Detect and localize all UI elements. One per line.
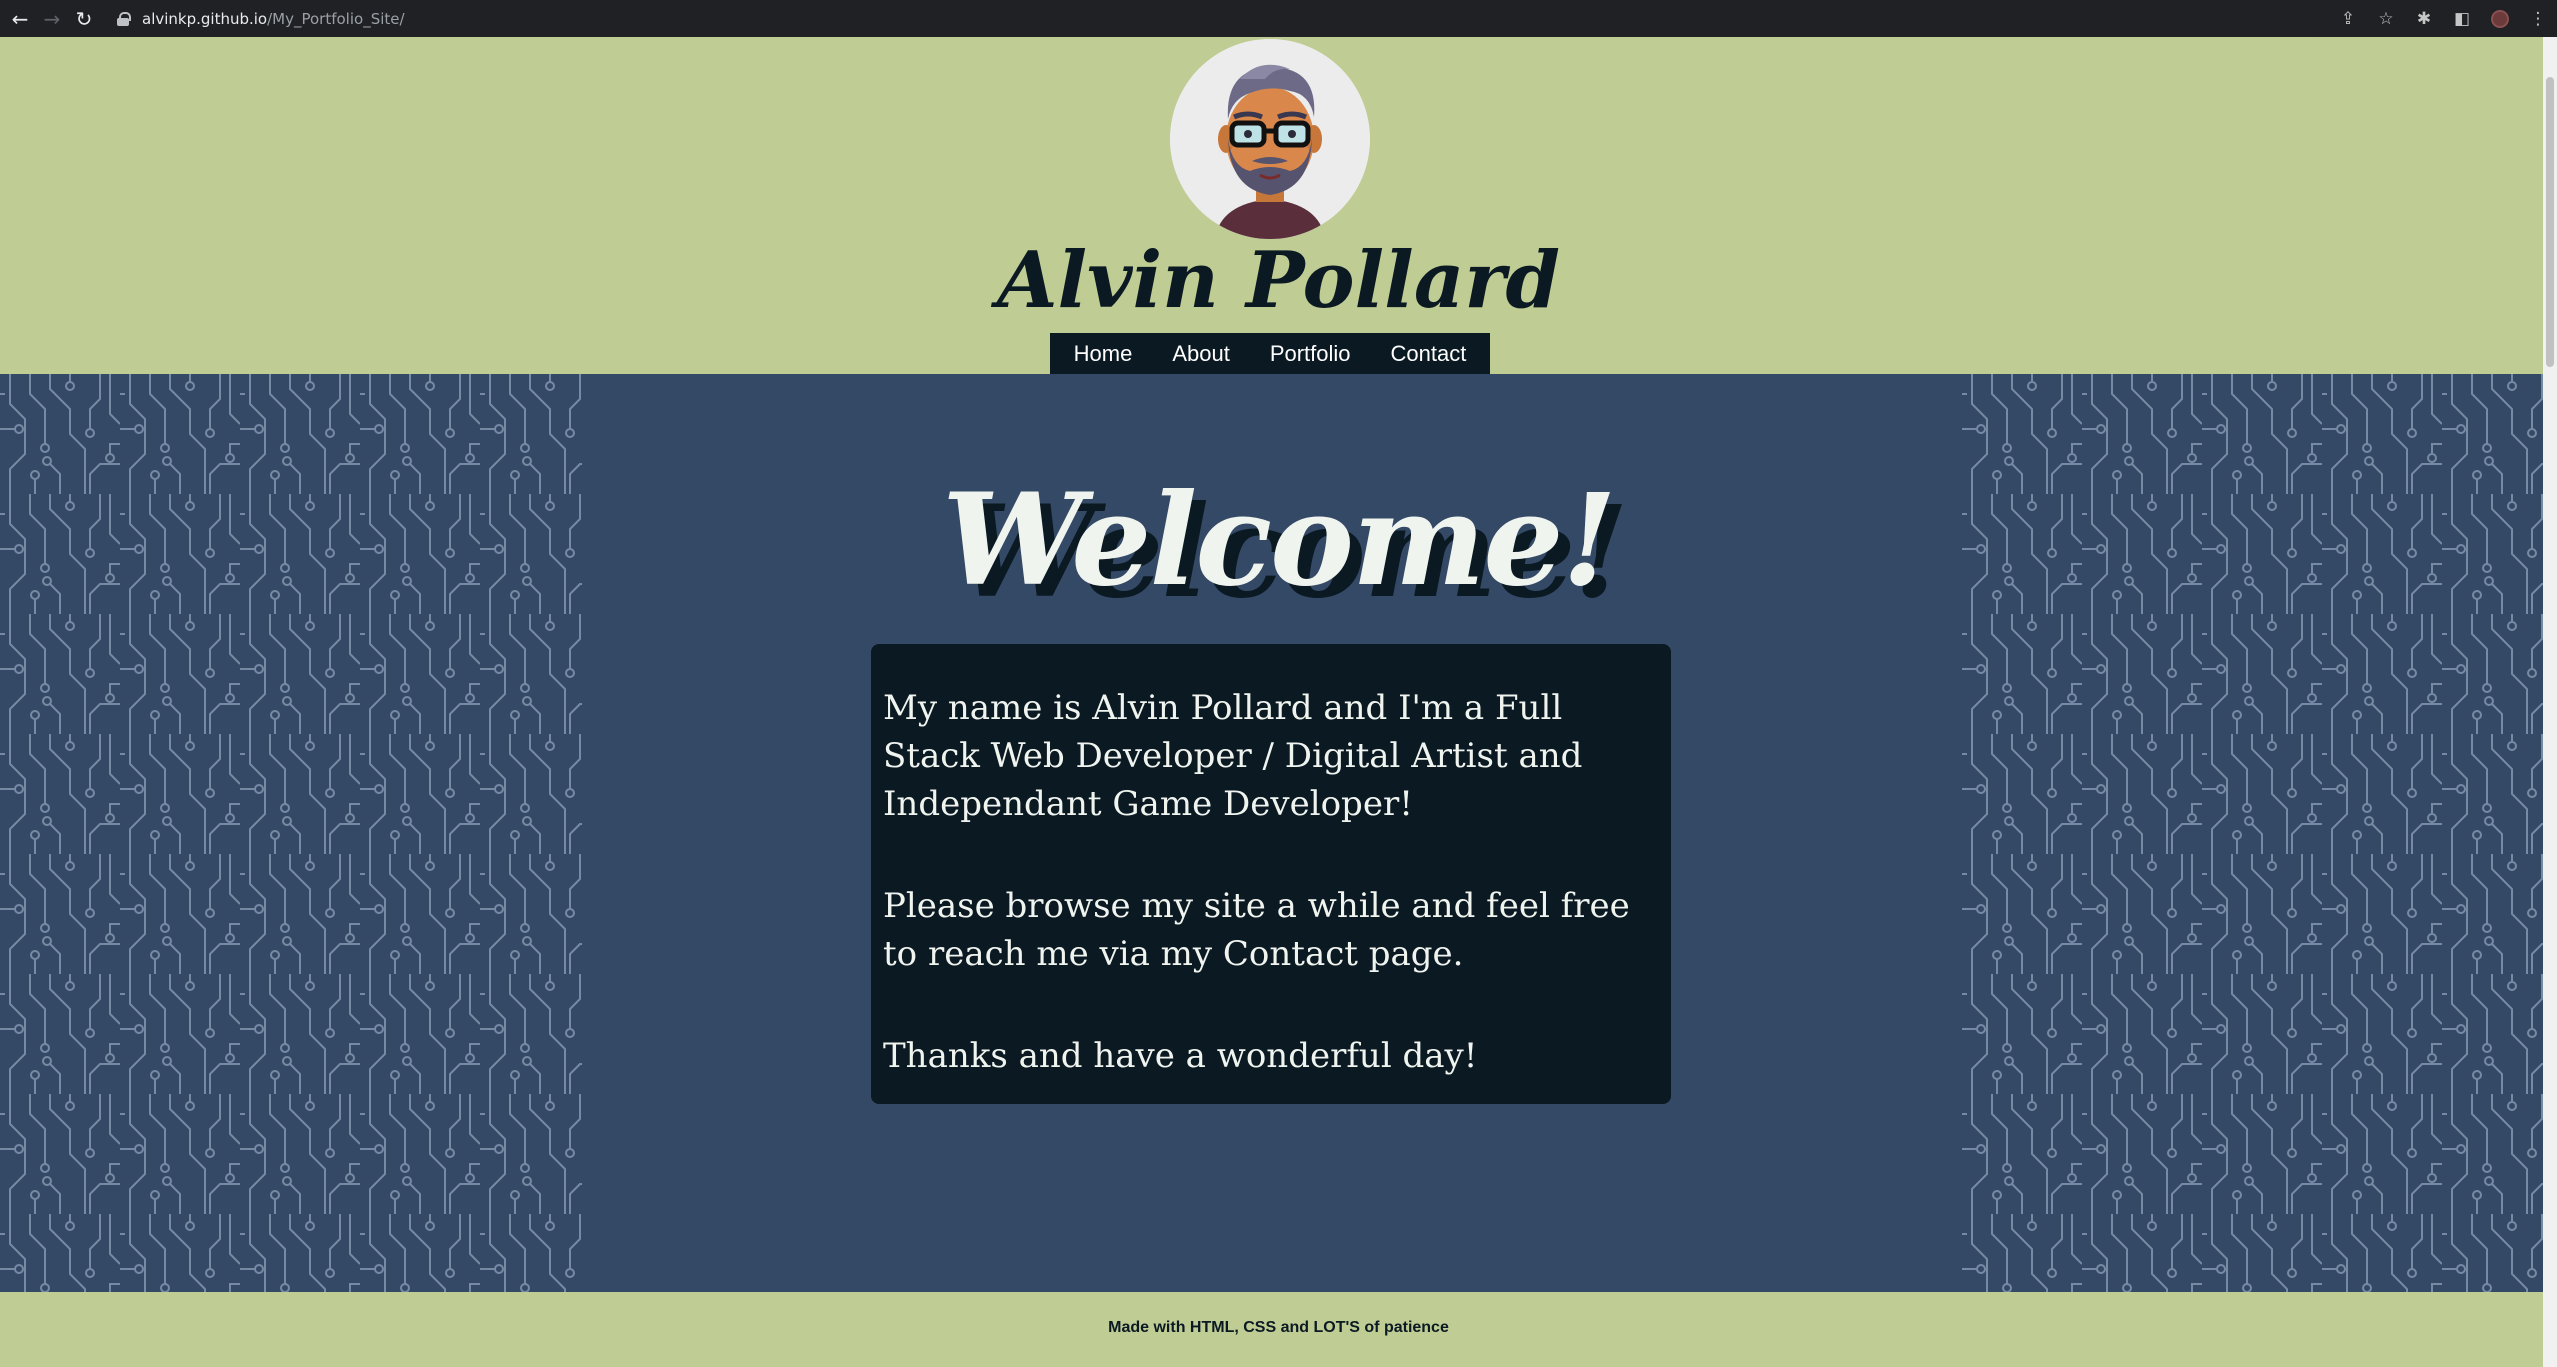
forward-icon[interactable]: → <box>36 0 68 37</box>
intro-paragraph: Please browse my site a while and feel f… <box>883 886 1630 974</box>
site-title: Alvin Pollard <box>997 235 1560 326</box>
side-panel-icon[interactable]: ◧ <box>2443 0 2481 37</box>
profile-icon[interactable] <box>2481 0 2519 37</box>
scrollbar-thumb[interactable] <box>2546 77 2554 367</box>
reload-icon[interactable]: ↻ <box>68 0 100 37</box>
address-bar[interactable]: alvinkp.github.io /My_Portfolio_Site/ <box>106 4 2326 33</box>
intro-paragraph: My name is Alvin Pollard and I'm a Full … <box>883 688 1583 824</box>
nav-about[interactable]: About <box>1152 341 1250 367</box>
url-host: alvinkp.github.io <box>142 9 268 28</box>
star-icon[interactable]: ☆ <box>2367 0 2405 37</box>
extensions-icon[interactable]: ✱ <box>2405 0 2443 37</box>
back-icon[interactable]: ← <box>4 0 36 37</box>
browser-actions: ⇪ ☆ ✱ ◧ ⋮ <box>2329 0 2557 37</box>
main-nav: Home About Portfolio Contact <box>1050 333 1490 374</box>
intro-paragraph: Thanks and have a wonderful day! <box>883 1036 1478 1076</box>
main-content: Welcome! My name is Alvin Pollard and I'… <box>0 374 2557 1292</box>
url-path: /My_Portfolio_Site/ <box>267 9 405 28</box>
lock-icon[interactable] <box>116 11 131 26</box>
site-footer: Made with HTML, CSS and LOT'S of patienc… <box>0 1292 2557 1367</box>
footer-text: Made with HTML, CSS and LOT'S of patienc… <box>1108 1319 1449 1336</box>
welcome-heading: Welcome! <box>942 466 1617 614</box>
nav-portfolio[interactable]: Portfolio <box>1250 341 1371 367</box>
page-scrollbar[interactable] <box>2543 37 2557 1367</box>
site-header: Alvin Pollard Home About Portfolio Conta… <box>0 37 2557 374</box>
nav-contact[interactable]: Contact <box>1371 341 1487 367</box>
intro-box: My name is Alvin Pollard and I'm a Full … <box>871 644 1671 1104</box>
avatar-illustration <box>1170 39 1370 239</box>
menu-icon[interactable]: ⋮ <box>2519 0 2557 37</box>
browser-toolbar: ← → ↻ alvinkp.github.io /My_Portfolio_Si… <box>0 0 2557 37</box>
share-icon[interactable]: ⇪ <box>2329 0 2367 37</box>
nav-home[interactable]: Home <box>1054 341 1153 367</box>
avatar <box>1170 39 1370 239</box>
